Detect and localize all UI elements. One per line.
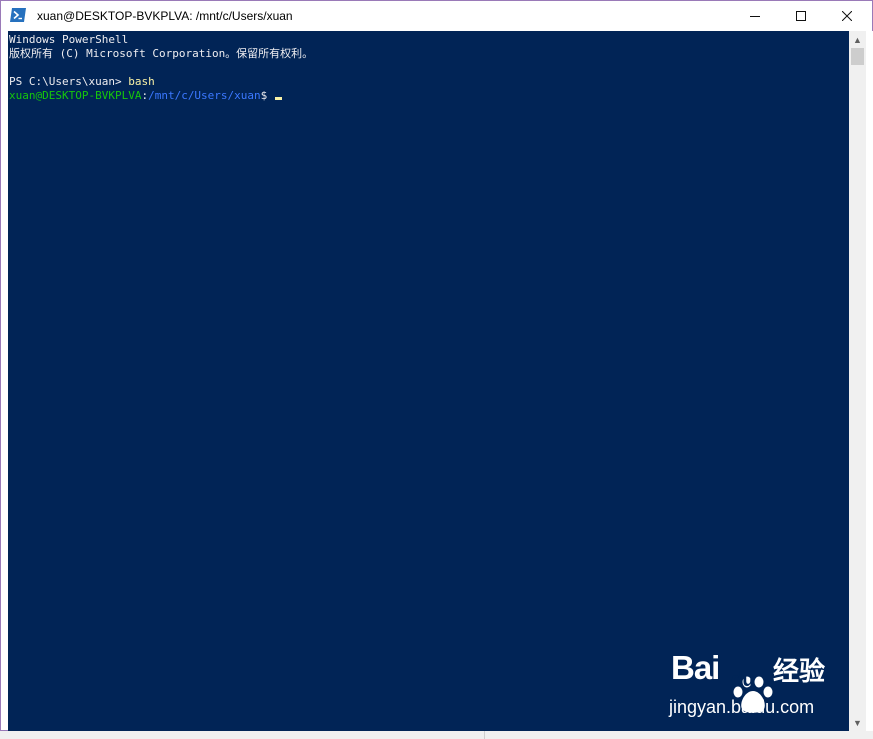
maximize-button[interactable] (778, 1, 824, 31)
bash-dollar: $ (260, 89, 274, 102)
background-divider (484, 731, 485, 739)
terminal-window: xuan@DESKTOP-BVKPLVA: /mnt/c/Users/xuan … (0, 0, 873, 731)
maximize-icon (796, 11, 806, 21)
console-copyright-line: 版权所有 (C) Microsoft Corporation。保留所有权利。 (9, 47, 314, 60)
powershell-icon (10, 8, 26, 22)
window-title: xuan@DESKTOP-BVKPLVA: /mnt/c/Users/xuan (37, 9, 293, 23)
vertical-scrollbar[interactable]: ▲ ▼ (849, 31, 866, 731)
watermark-brand: Bai (671, 651, 720, 684)
watermark-url: jingyan.baidu.com (669, 697, 815, 717)
bash-path: /mnt/c/Users/xuan (148, 89, 261, 102)
scroll-up-arrow-icon[interactable]: ▲ (849, 31, 866, 48)
watermark-brand-du: du (731, 669, 754, 691)
background-page-bottom (0, 731, 873, 739)
close-button[interactable] (824, 1, 870, 31)
title-bar[interactable]: xuan@DESKTOP-BVKPLVA: /mnt/c/Users/xuan (1, 1, 872, 31)
minimize-button[interactable] (732, 1, 778, 31)
console-header-line: Windows PowerShell (9, 33, 129, 46)
ps-prompt: PS C:\Users\xuan> (9, 75, 129, 88)
text-cursor (274, 97, 282, 100)
ps-command: bash (128, 75, 155, 88)
watermark-brand-bai: Bai (671, 649, 720, 686)
bash-prompt-line: xuan@DESKTOP-BVKPLVA:/mnt/c/Users/xuan$ (9, 89, 282, 103)
window-right-edge (866, 31, 873, 731)
bash-user-host: xuan@DESKTOP-BVKPLVA (9, 89, 142, 102)
minimize-icon (750, 16, 760, 17)
scrollbar-thumb[interactable] (851, 48, 864, 65)
console-area[interactable]: Windows PowerShell 版权所有 (C) Microsoft Co… (8, 31, 849, 731)
watermark-brand-cn: 经验 (773, 657, 826, 687)
scroll-down-arrow-icon[interactable]: ▼ (849, 714, 866, 731)
powershell-prompt-line: PS C:\Users\xuan> bash (9, 75, 155, 89)
close-icon (842, 11, 852, 21)
